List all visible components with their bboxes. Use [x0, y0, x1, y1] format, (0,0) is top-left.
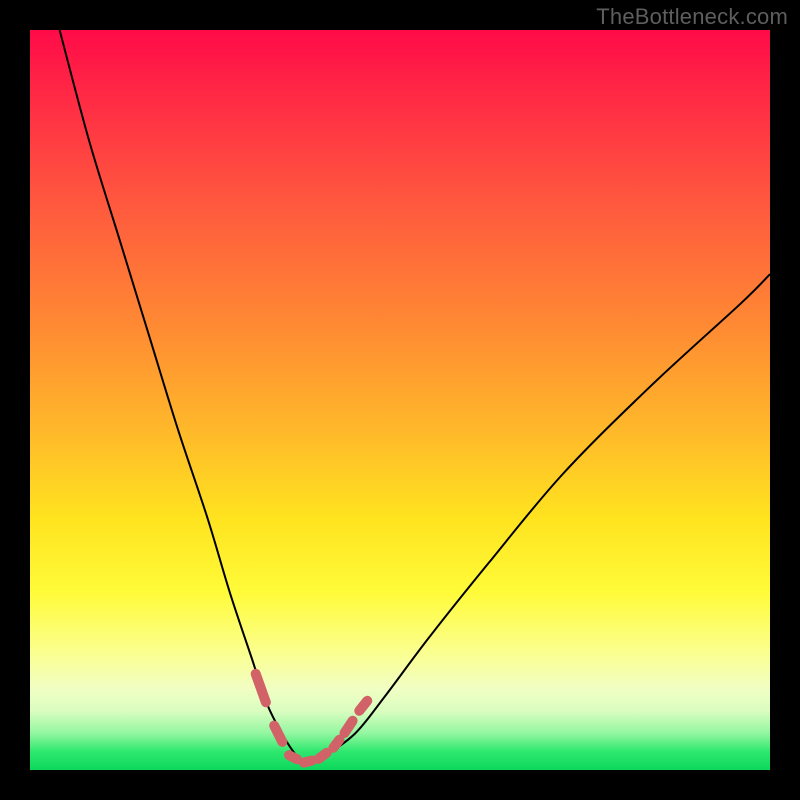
chart-svg — [30, 30, 770, 770]
bottleneck-curve — [60, 30, 770, 763]
chart-frame: TheBottleneck.com — [0, 0, 800, 800]
optimal-tick — [256, 674, 266, 702]
optimal-tick — [274, 726, 282, 742]
optimal-range-ticks — [256, 674, 368, 763]
optimal-tick — [333, 740, 339, 748]
plot-area — [30, 30, 770, 770]
optimal-tick — [289, 755, 297, 759]
optimal-tick — [304, 761, 312, 763]
optimal-tick — [345, 721, 353, 733]
optimal-tick — [359, 701, 367, 711]
optimal-tick — [319, 753, 327, 759]
watermark-text: TheBottleneck.com — [596, 4, 788, 30]
